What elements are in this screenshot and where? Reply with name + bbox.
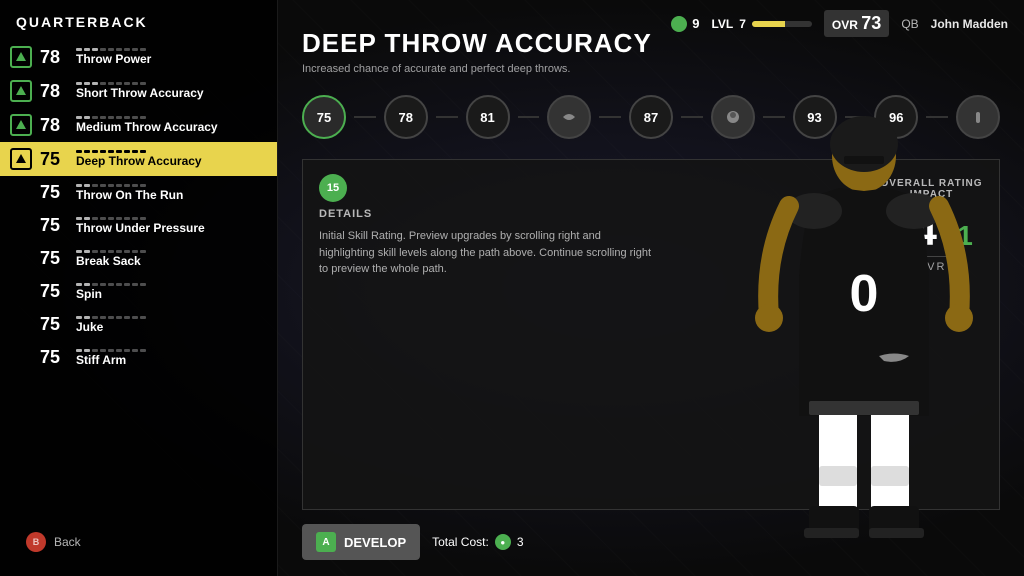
skill-rating: 75 (40, 347, 68, 368)
skill-name: Spin (76, 287, 146, 301)
details-text: Initial Skill Rating. Preview upgrades b… (319, 228, 659, 278)
path-node-icon-throw[interactable] (547, 95, 591, 139)
path-connector (518, 116, 540, 118)
path-connector (354, 116, 376, 118)
skill-dots (76, 283, 146, 286)
skill-item-deep-throw-accuracy[interactable]: 75 Deep Throw Accuracy (0, 142, 277, 176)
skill-upgrade-icon (10, 80, 32, 102)
skill-info: Throw Power (76, 48, 151, 66)
develop-button[interactable]: A Develop (302, 524, 420, 560)
skill-info: Deep Throw Accuracy (76, 150, 202, 168)
skill-dots (76, 217, 205, 220)
skill-info: Short Throw Accuracy (76, 82, 204, 100)
skill-name: Throw Power (76, 52, 151, 66)
skill-name: Break Sack (76, 254, 146, 268)
skill-name: Medium Throw Accuracy (76, 120, 218, 134)
skill-rating: 78 (40, 47, 68, 68)
skill-item-throw-under-pressure[interactable]: 75 Throw Under Pressure (0, 209, 277, 242)
skill-dots (76, 184, 183, 187)
skill-rating: 75 (40, 182, 68, 203)
skill-rating: 75 (40, 281, 68, 302)
skill-item-medium-throw-accuracy[interactable]: 78 Medium Throw Accuracy (0, 108, 277, 142)
skill-item-throw-power[interactable]: 78 Throw Power (0, 40, 277, 74)
skill-item-juke[interactable]: 75 Juke (0, 308, 277, 341)
skill-upgrade-icon (10, 114, 32, 136)
skill-item-short-throw-accuracy[interactable]: 78 Short Throw Accuracy (0, 74, 277, 108)
skill-rating: 75 (40, 215, 68, 236)
total-cost: Total Cost: ● 3 (432, 534, 523, 550)
path-node-87[interactable]: 87 (629, 95, 673, 139)
skill-info: Throw Under Pressure (76, 217, 205, 235)
skill-dots (76, 349, 146, 352)
coins-display: 9 (671, 16, 699, 32)
skill-info: Throw On The Run (76, 184, 183, 202)
player-area: 0 (704, 0, 1024, 576)
skill-rating: 78 (40, 81, 68, 102)
skill-info: Juke (76, 316, 146, 334)
skill-info: Spin (76, 283, 146, 301)
total-cost-label: Total Cost: (432, 535, 489, 549)
path-connector (599, 116, 621, 118)
skill-name: Throw Under Pressure (76, 221, 205, 235)
skill-info: Break Sack (76, 250, 146, 268)
skill-name: Short Throw Accuracy (76, 86, 204, 100)
skill-name: Deep Throw Accuracy (76, 154, 202, 168)
player-figure: 0 (724, 96, 1004, 576)
skills-list: 78 Throw Power 78 Short Throw Accuracy (0, 40, 277, 374)
skill-dots (76, 316, 146, 319)
skill-dots (76, 82, 204, 85)
skill-item-break-sack[interactable]: 75 Break Sack (0, 242, 277, 275)
skill-rating: 75 (40, 314, 68, 335)
skill-name: Juke (76, 320, 146, 334)
develop-icon: A (316, 532, 336, 552)
skill-item-spin[interactable]: 75 Spin (0, 275, 277, 308)
skill-name: Stiff Arm (76, 353, 146, 367)
skill-rating: 75 (40, 248, 68, 269)
level-indicator: 15 (319, 174, 347, 202)
back-button[interactable]: B Back (16, 520, 293, 564)
skill-item-throw-on-the-run[interactable]: 75 Throw On The Run (0, 176, 277, 209)
skill-dots (76, 150, 202, 153)
skill-upgrade-icon (10, 148, 32, 170)
path-connector (681, 116, 703, 118)
sidebar: QUARTERBACK 78 Throw Power 78 S (0, 0, 278, 576)
develop-label: Develop (344, 535, 406, 550)
path-connector (436, 116, 458, 118)
path-node-78[interactable]: 78 (384, 95, 428, 139)
coin-icon (671, 16, 687, 32)
skill-info: Stiff Arm (76, 349, 146, 367)
back-label: Back (54, 535, 81, 549)
skill-item-stiff-arm[interactable]: 75 Stiff Arm (0, 341, 277, 374)
skill-dots (76, 250, 146, 253)
skill-dots (76, 116, 218, 119)
skill-upgrade-icon (10, 46, 32, 68)
skill-name: Throw On The Run (76, 188, 183, 202)
skill-rating: 75 (40, 149, 68, 170)
skill-info: Medium Throw Accuracy (76, 116, 218, 134)
position-title: QUARTERBACK (0, 0, 277, 40)
cost-icon: ● (495, 534, 511, 550)
back-icon: B (26, 532, 46, 552)
svg-text:0: 0 (850, 265, 879, 323)
path-node-81[interactable]: 81 (466, 95, 510, 139)
skill-rating: 78 (40, 115, 68, 136)
total-cost-value: 3 (517, 535, 524, 549)
main-container: QUARTERBACK 78 Throw Power 78 S (0, 0, 1024, 576)
skill-dots (76, 48, 151, 51)
path-node-75[interactable]: 75 (302, 95, 346, 139)
coins-value: 9 (692, 16, 699, 31)
